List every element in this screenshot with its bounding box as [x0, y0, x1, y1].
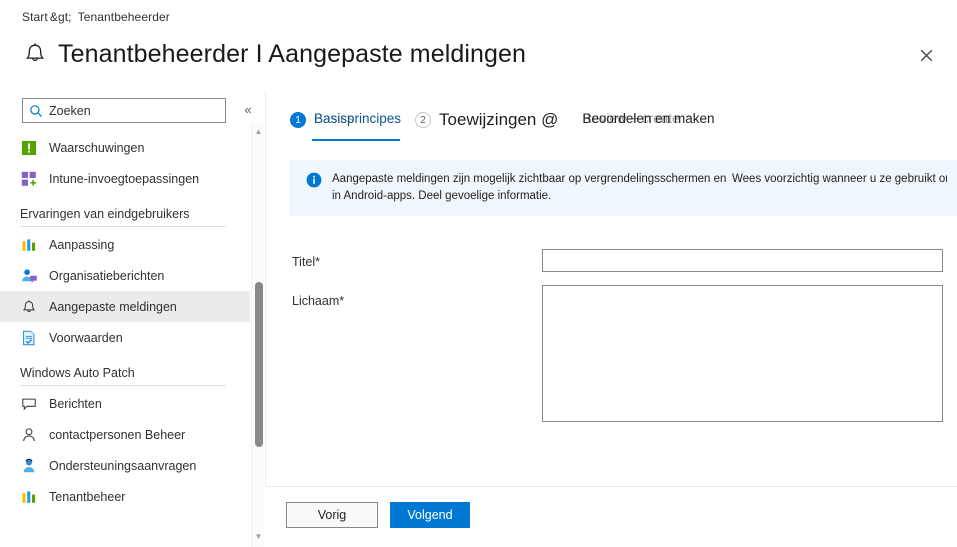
sidebar-group-2: Ervaringen van eindgebruikers [0, 207, 250, 227]
footer: Vorig Volgend [266, 487, 957, 547]
body-field-label: Lichaam* [292, 294, 345, 308]
sidebar-item-intune-invoegtoepassingen[interactable]: Intune-invoegtoepassingen [0, 163, 250, 194]
tab-label: Beoordelen en maken [582, 111, 715, 126]
scroll-up-arrow-icon[interactable]: ▲ [252, 124, 265, 138]
sidebar-search-row [22, 98, 226, 123]
tab-toewijzingen[interactable]: 2 Toewijzingen @ [415, 105, 558, 135]
close-icon[interactable] [913, 42, 939, 68]
sidebar-item-label: Aangepaste meldingen [49, 299, 177, 314]
sidebar-item-organisatieberichten[interactable]: Organisatieberichten [0, 260, 250, 291]
speech-bubble-icon [20, 395, 38, 413]
info-icon [306, 172, 322, 188]
sidebar-item-label: Organisatieberichten [49, 268, 165, 283]
breadcrumb-separator: &gt; [49, 10, 72, 24]
sidebar-group-divider [20, 385, 226, 386]
app-root: Start &gt; Tenantbeheerder Tenantbeheerder… [0, 0, 957, 547]
page-header: Tenantbeheerder I Aangepaste meldingen [0, 32, 957, 76]
sidebar-nav-list: Waarschuwingen Intune-invoegtoepassingen E… [0, 132, 250, 547]
breadcrumb-current[interactable]: Tenantbeheerder [78, 10, 170, 24]
tab-step-number: 1 [290, 112, 306, 128]
wizard-tabs: 1 Basics Basisprincipes 2 Toewijzingen @ Revi… [290, 105, 724, 141]
tab-label-stack: Review + create Beoordelen en maken [582, 110, 714, 130]
tab-label: Basisprincipes [314, 111, 402, 126]
sidebar-item-waarschuwingen[interactable]: Waarschuwingen [0, 132, 250, 163]
tab-active-underline [312, 139, 400, 141]
sidebar-item-voorwaarden[interactable]: Voorwaarden [0, 322, 250, 353]
tab-beoordelen-en-maken[interactable]: Review + create Beoordelen en maken [582, 105, 714, 135]
sidebar-item-aangepaste-meldingen[interactable]: Aangepaste meldingen [0, 291, 250, 322]
sidebar-item-ondersteuningsaanvragen[interactable]: Ondersteuningsaanvragen [0, 450, 250, 481]
tab-label-stack: Toewijzingen @ [439, 110, 558, 130]
info-banner-text-primary: Aangepaste meldingen zijn mogelijk zicht… [332, 173, 727, 202]
breadcrumb-root[interactable]: Start [22, 10, 48, 24]
info-banner: Aangepaste meldingen zijn mogelijk zicht… [290, 160, 957, 216]
body-textarea[interactable] [542, 285, 943, 422]
info-banner-text-secondary: Wees voorzichtig wanneer u ze gebruikt o… [732, 173, 947, 185]
sidebar-item-label: Waarschuwingen [49, 140, 145, 155]
bell-icon [22, 40, 48, 68]
sidebar-scrollbar[interactable]: ▲ ▼ [251, 122, 264, 547]
sidebar-item-label: Tenantbeheer [49, 489, 126, 504]
tab-step-number: 2 [415, 112, 432, 128]
search-box[interactable] [22, 98, 226, 123]
addins-grid-icon [20, 170, 38, 188]
sidebar-group-7: Windows Auto Patch [0, 366, 250, 386]
tab-label: Toewijzingen @ [439, 110, 559, 129]
search-input[interactable] [49, 99, 219, 122]
sidebar-item-label: Ondersteuningsaanvragen [49, 458, 197, 473]
sidebar-item-label: Berichten [49, 396, 102, 411]
sidebar-group-label: Windows Auto Patch [20, 366, 135, 380]
document-check-icon [20, 329, 38, 347]
sidebar-group-divider [20, 226, 226, 227]
collapse-nav-icon[interactable]: « [240, 102, 256, 118]
alert-icon [20, 139, 38, 157]
scrollbar-thumb[interactable] [255, 282, 263, 447]
previous-button[interactable]: Vorig [286, 502, 378, 528]
breadcrumb: Start &gt; Tenantbeheerder [22, 10, 170, 24]
next-button[interactable]: Volgend [390, 502, 470, 528]
people-message-icon [20, 267, 38, 285]
sidebar-item-contactpersonen-beheer[interactable]: contactpersonen Beheer [0, 419, 250, 450]
sidebar-item-berichten[interactable]: Berichten [0, 388, 250, 419]
support-agent-icon [20, 457, 38, 475]
sidebar-item-label: contactpersonen Beheer [49, 427, 186, 442]
sidebar-item-label: Aanpassing [49, 237, 115, 252]
info-banner-text: Aangepaste meldingen zijn mogelijk zicht… [332, 171, 952, 205]
page-title: Tenantbeheerder I Aangepaste meldingen [58, 40, 527, 68]
sidebar-item-label: Intune-invoegtoepassingen [49, 171, 200, 186]
scroll-down-arrow-icon[interactable]: ▼ [252, 529, 265, 543]
search-icon [29, 104, 43, 118]
bars-chart-icon [20, 488, 38, 506]
bell-icon [20, 298, 38, 316]
tab-basisprincipes[interactable]: 1 Basics Basisprincipes [290, 105, 401, 141]
bars-chart-icon [20, 236, 38, 254]
sidebar: « WaarschuwingenIntune-invoegtoepassinge… [0, 92, 252, 547]
sidebar-item-label: Voorwaarden [49, 330, 123, 345]
sidebar-item-tenantbeheer[interactable]: Tenantbeheer [0, 481, 250, 512]
title-input[interactable] [542, 249, 943, 272]
sidebar-item-aanpassing[interactable]: Aanpassing [0, 229, 250, 260]
tab-label-stack: Basics Basisprincipes [314, 110, 401, 130]
title-field-label: Titel* [292, 255, 321, 269]
main-content: 1 Basics Basisprincipes 2 Toewijzingen @ Revi… [266, 92, 957, 547]
sidebar-group-label: Ervaringen van eindgebruikers [20, 207, 190, 221]
person-icon [20, 426, 38, 444]
